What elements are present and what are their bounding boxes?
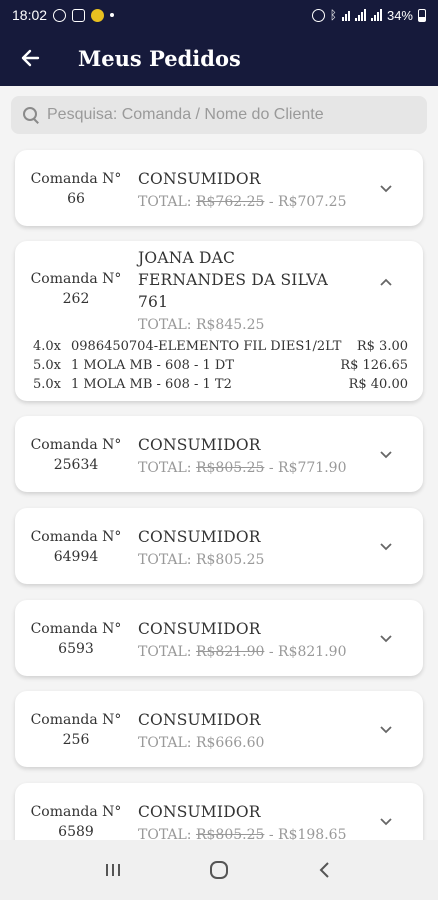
item-qty: 4.0x: [33, 339, 62, 354]
search-bar[interactable]: [11, 96, 427, 134]
chevron-down-icon[interactable]: [379, 722, 393, 736]
order-number-label: Comanda N°: [30, 621, 122, 637]
order-total: TOTAL: R$762.25 - R$707.25: [138, 194, 347, 210]
order-card[interactable]: Comanda N° 25634 CONSUMIDOR TOTAL: R$805…: [15, 416, 423, 492]
order-card[interactable]: Comanda N° 66 CONSUMIDOR TOTAL: R$762.25…: [15, 150, 423, 226]
final-price: R$805.25: [195, 552, 265, 568]
original-price: R$762.25: [195, 194, 265, 210]
order-number-value: 6589: [58, 824, 94, 840]
order-number-value: 6593: [58, 641, 94, 657]
chevron-up-icon[interactable]: [379, 276, 393, 290]
order-number-label: Comanda N°: [30, 271, 122, 287]
order-number: Comanda N° 256: [15, 710, 137, 750]
order-number-label: Comanda N°: [30, 529, 122, 545]
order-card[interactable]: Comanda N° 256 CONSUMIDOR TOTAL: R$666.6…: [15, 691, 423, 767]
order-total: TOTAL: R$805.25: [138, 552, 265, 568]
app-notification-icon: [91, 8, 105, 22]
chevron-down-icon[interactable]: [379, 814, 393, 828]
gallery-icon: [72, 8, 86, 22]
order-total: TOTAL: R$805.25 - R$771.90: [138, 460, 347, 476]
recent-apps-button[interactable]: [93, 850, 133, 890]
more-notifications-icon: [110, 13, 115, 17]
order-card-expanded[interactable]: Comanda N° 262 JOANA DAC FERNANDES DA SI…: [15, 241, 423, 401]
order-number: Comanda N° 64994: [15, 527, 137, 567]
order-items: 4.0x 0986450704-ELEMENTO FIL DIES1/2LT R…: [33, 337, 408, 394]
client-name: CONSUMIDOR: [138, 803, 261, 821]
client-name: CONSUMIDOR: [138, 620, 261, 638]
order-total: TOTAL: R$666.60: [138, 735, 265, 751]
final-price: R$707.25: [278, 194, 347, 210]
order-number-value: 256: [62, 732, 90, 748]
order-item-row: 5.0x 1 MOLA MB - 608 - 1 T2 R$ 40.00: [33, 375, 408, 394]
order-number: Comanda N° 6589: [15, 802, 137, 842]
final-price: R$666.60: [195, 735, 265, 751]
page-title: Meus Pedidos: [78, 45, 241, 71]
system-nav-bar: [0, 840, 438, 900]
item-qty: 5.0x: [33, 358, 62, 373]
signal-icon: [354, 9, 366, 21]
chevron-down-icon[interactable]: [379, 539, 393, 553]
item-price: R$ 126.65: [340, 358, 408, 373]
search-icon: [21, 105, 41, 125]
order-number-label: Comanda N°: [30, 437, 122, 453]
client-name: CONSUMIDOR: [138, 711, 261, 729]
order-number: Comanda N° 25634: [15, 435, 137, 475]
order-number-label: Comanda N°: [30, 171, 122, 187]
battery-percent: 34%: [386, 7, 413, 23]
order-number: Comanda N° 66: [15, 169, 137, 209]
back-nav-button[interactable]: [305, 850, 345, 890]
order-total: TOTAL: R$845.25: [138, 317, 265, 333]
recent-apps-icon: [106, 864, 120, 876]
chevron-down-icon[interactable]: [379, 631, 393, 645]
order-number-value: 25634: [53, 457, 99, 473]
order-number-label: Comanda N°: [30, 712, 122, 728]
order-number: Comanda N° 6593: [15, 619, 137, 659]
search-input[interactable]: [47, 106, 417, 124]
client-name-line: 761: [138, 293, 169, 311]
order-item-row: 5.0x 1 MOLA MB - 608 - 1 DT R$ 126.65: [33, 356, 408, 375]
order-number-label: Comanda N°: [30, 804, 122, 820]
final-price: R$821.90: [278, 644, 347, 660]
order-number-value: 64994: [53, 549, 99, 565]
client-name: CONSUMIDOR: [138, 436, 261, 454]
item-description: 1 MOLA MB - 608 - 1 T2: [71, 377, 232, 392]
bluetooth-icon: ᛒ: [329, 8, 337, 22]
order-card[interactable]: Comanda N° 64994 CONSUMIDOR TOTAL: R$805…: [15, 508, 423, 584]
status-bar: 18:02 ᛒ 34%: [0, 0, 438, 30]
final-price: R$771.90: [278, 460, 347, 476]
order-total: TOTAL: R$821.90 - R$821.90: [138, 644, 347, 660]
item-price: R$ 40.00: [348, 377, 408, 392]
battery-icon: [418, 8, 426, 22]
alarm-icon: [311, 8, 325, 22]
client-name-line: JOANA DAC: [138, 249, 236, 267]
item-price: R$ 3.00: [356, 339, 408, 354]
item-description: 1 MOLA MB - 608 - 1 DT: [71, 358, 235, 373]
order-number: Comanda N° 262: [15, 269, 137, 309]
client-name-line: FERNANDES DA SILVA: [138, 271, 329, 289]
original-price: R$821.90: [195, 644, 265, 660]
signal-2-icon: [370, 9, 382, 21]
chevron-down-icon[interactable]: [379, 181, 393, 195]
item-description: 0986450704-ELEMENTO FIL DIES1/2LT: [71, 339, 342, 354]
whatsapp-icon: [53, 8, 67, 22]
status-time: 18:02: [12, 7, 48, 23]
order-number-value: 66: [67, 191, 85, 207]
back-button[interactable]: [0, 30, 60, 86]
home-button[interactable]: [199, 850, 239, 890]
arrow-left-icon: [21, 49, 40, 67]
app-bar: Meus Pedidos: [0, 30, 438, 86]
back-nav-icon: [319, 862, 329, 878]
home-icon: [210, 861, 228, 879]
original-price: R$805.25: [195, 460, 265, 476]
final-price: R$845.25: [195, 317, 265, 333]
order-card[interactable]: Comanda N° 6593 CONSUMIDOR TOTAL: R$821.…: [15, 600, 423, 676]
order-number-value: 262: [62, 291, 90, 307]
item-qty: 5.0x: [33, 377, 62, 392]
chevron-down-icon[interactable]: [379, 447, 393, 461]
order-item-row: 4.0x 0986450704-ELEMENTO FIL DIES1/2LT R…: [33, 337, 408, 356]
client-name: CONSUMIDOR: [138, 170, 261, 188]
wifi-icon: [341, 9, 350, 21]
client-name: CONSUMIDOR: [138, 528, 261, 546]
